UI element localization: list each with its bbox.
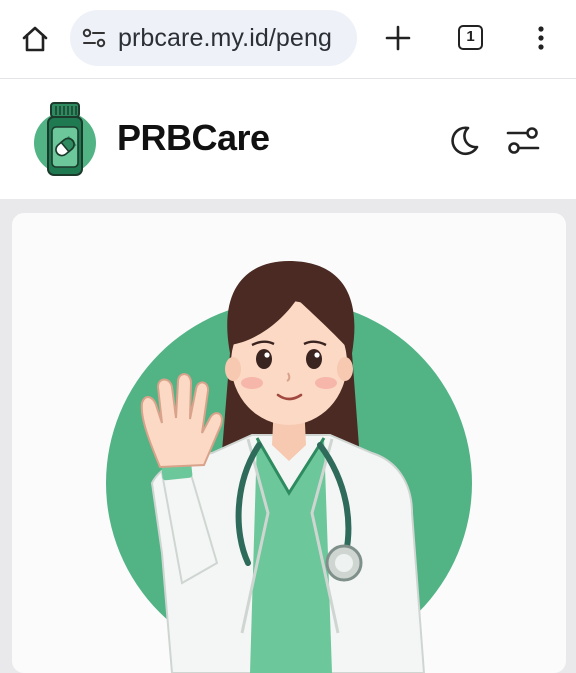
site-settings-icon[interactable]	[82, 27, 106, 49]
content-gap	[0, 199, 576, 213]
more-vert-icon[interactable]	[530, 24, 552, 52]
tab-count: 1	[466, 28, 475, 45]
address-bar[interactable]: prbcare.my.id/peng	[70, 10, 357, 66]
medicine-bottle-logo[interactable]	[34, 101, 96, 179]
brand-name[interactable]: PRBCare	[117, 115, 270, 161]
browser-toolbar: prbcare.my.id/peng 1	[0, 0, 576, 79]
tab-switcher-button[interactable]: 1	[458, 25, 483, 50]
home-icon[interactable]	[20, 24, 50, 54]
moon-icon[interactable]	[446, 123, 482, 159]
hero-card	[12, 213, 566, 673]
sliders-icon[interactable]	[506, 125, 540, 157]
new-tab-plus-icon[interactable]	[384, 24, 412, 52]
doctor-waving-illustration	[106, 261, 472, 673]
site-header: PRBCare	[0, 79, 576, 199]
url-text[interactable]: prbcare.my.id/peng	[118, 10, 332, 66]
